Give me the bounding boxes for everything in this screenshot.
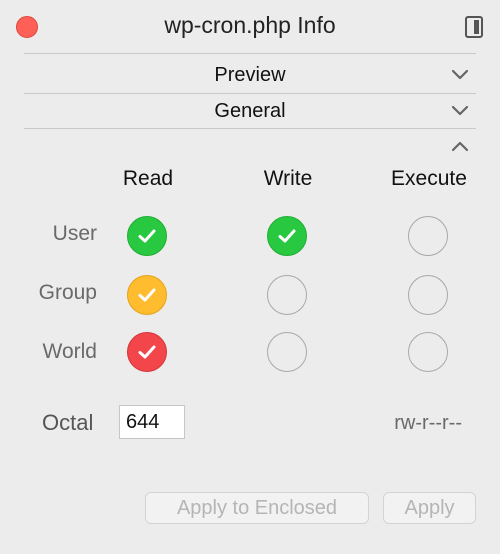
apply-to-enclosed-button[interactable]: Apply to Enclosed [145, 492, 369, 524]
chevron-down-icon[interactable] [450, 101, 470, 121]
world-read-checkbox[interactable] [127, 332, 167, 372]
title-bar: wp-cron.php Info [0, 0, 500, 52]
apply-button[interactable]: Apply [383, 492, 476, 524]
section-preview-label: Preview [214, 63, 286, 86]
user-execute-checkbox[interactable] [408, 216, 448, 256]
chevron-up-icon[interactable] [450, 136, 470, 156]
window-title: wp-cron.php Info [164, 12, 336, 38]
section-general[interactable]: General [24, 93, 476, 129]
checkmark-icon [278, 229, 296, 243]
group-execute-checkbox[interactable] [408, 275, 448, 315]
user-read-checkbox[interactable] [127, 216, 167, 256]
chevron-down-icon[interactable] [450, 65, 470, 85]
column-header-write: Write [263, 167, 313, 190]
column-header-execute: Execute [391, 167, 467, 190]
divider [24, 128, 476, 129]
checkmark-icon [138, 229, 156, 243]
checkmark-icon [138, 345, 156, 359]
octal-input[interactable] [119, 405, 185, 439]
user-write-checkbox[interactable] [267, 216, 307, 256]
divider [24, 53, 476, 54]
sidebar-toggle-icon[interactable] [465, 16, 483, 38]
group-write-checkbox[interactable] [267, 275, 307, 315]
section-general-label: General [214, 99, 286, 122]
group-read-checkbox[interactable] [127, 275, 167, 315]
world-write-checkbox[interactable] [267, 332, 307, 372]
column-header-read: Read [122, 167, 174, 190]
symbolic-permissions: rw-r--r-- [394, 412, 462, 434]
row-label-group: Group [38, 281, 97, 304]
checkmark-icon [138, 288, 156, 302]
octal-label: Octal [42, 410, 94, 435]
section-preview[interactable]: Preview [24, 57, 476, 93]
row-label-world: World [42, 340, 97, 363]
row-label-user: User [52, 222, 97, 245]
world-execute-checkbox[interactable] [408, 332, 448, 372]
